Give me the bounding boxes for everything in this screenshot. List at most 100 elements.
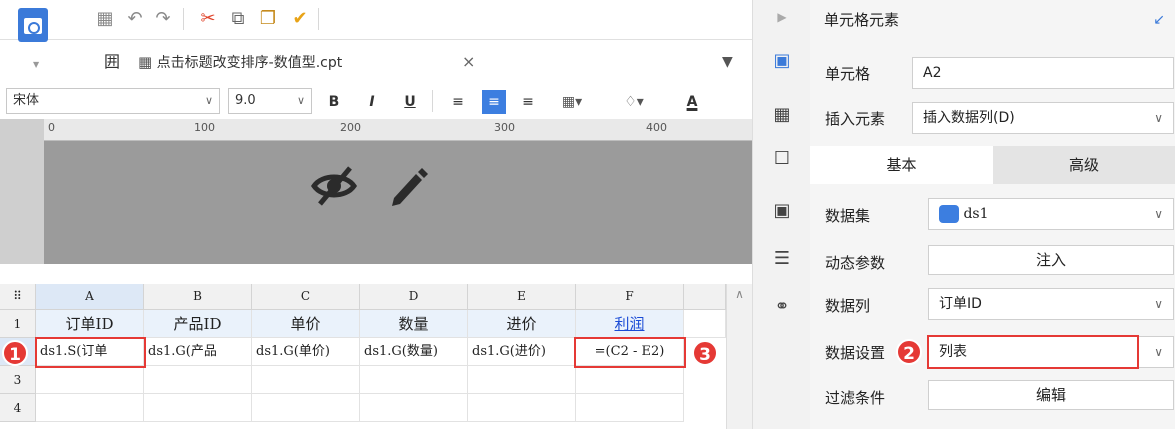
cell-e3[interactable] bbox=[468, 366, 576, 394]
hyperlink-icon[interactable]: ⚭ bbox=[767, 292, 797, 322]
tab-bar: 囲 ▦ 点击标题改变排序-数值型.cpt × ▼ bbox=[90, 40, 752, 84]
panel-pin-icon[interactable]: ↙ bbox=[1153, 0, 1165, 40]
cell-b3[interactable] bbox=[144, 366, 252, 394]
report-file-icon: ▦ bbox=[138, 53, 153, 71]
data-setting-label: 数据设置 bbox=[825, 344, 886, 362]
text-color-icon[interactable]: A bbox=[680, 90, 704, 114]
toolbar-divider bbox=[183, 8, 184, 30]
underline-button[interactable]: U bbox=[398, 90, 422, 114]
copy-icon[interactable]: ⧉ bbox=[225, 6, 251, 32]
cell-empty[interactable] bbox=[684, 310, 726, 338]
data-column-value: 订单ID bbox=[939, 296, 982, 312]
format-painter-icon[interactable]: ✔ bbox=[287, 6, 313, 32]
align-left-icon[interactable]: ≡ bbox=[446, 90, 470, 114]
logo-dropdown-icon[interactable]: ▼ bbox=[33, 60, 39, 69]
cell-b1[interactable]: 产品ID bbox=[144, 310, 252, 338]
cell-b2[interactable]: ds1.G(产品 bbox=[144, 338, 252, 366]
tab-close-icon[interactable]: × bbox=[462, 40, 475, 84]
column-header-a[interactable]: A bbox=[36, 284, 144, 310]
grid-corner[interactable]: ⠿ bbox=[0, 284, 36, 310]
fill-color-icon[interactable]: ♢▾ bbox=[622, 90, 646, 114]
cell-element-icon[interactable]: ▣ bbox=[767, 46, 797, 76]
cell-e2[interactable]: ds1.G(进价) bbox=[468, 338, 576, 366]
spreadsheet-grid[interactable]: ⠿ A B C D E F 1 2 3 4 订单ID 产品ID 单价 数量 进价… bbox=[0, 284, 752, 429]
ruler-mark: 200 bbox=[340, 121, 361, 134]
tab-menu-icon[interactable]: ▼ bbox=[722, 40, 733, 84]
ruler-mark: 400 bbox=[646, 121, 667, 134]
font-family-select[interactable]: 宋体 ∨ bbox=[6, 88, 220, 114]
cell-b4[interactable] bbox=[144, 394, 252, 422]
app-logo-icon[interactable] bbox=[18, 8, 48, 42]
column-header-d[interactable]: D bbox=[360, 284, 468, 310]
row-header-1[interactable]: 1 bbox=[0, 310, 36, 338]
toolbar-divider bbox=[432, 90, 433, 112]
cell-d3[interactable] bbox=[360, 366, 468, 394]
cell-label: 单元格 bbox=[825, 65, 871, 83]
column-header-f[interactable]: F bbox=[576, 284, 684, 310]
panel-title: 单元格元素 bbox=[824, 11, 900, 29]
database-icon bbox=[939, 205, 959, 223]
row-header-3[interactable]: 3 bbox=[0, 366, 36, 394]
cell-a4[interactable] bbox=[36, 394, 144, 422]
pencil-icon[interactable] bbox=[384, 162, 432, 210]
font-size-value: 9.0 bbox=[235, 93, 256, 108]
cell-c3[interactable] bbox=[252, 366, 360, 394]
data-column-select[interactable]: 订单ID ∨ bbox=[928, 288, 1174, 320]
cell-f4[interactable] bbox=[576, 394, 684, 422]
cell-c1[interactable]: 单价 bbox=[252, 310, 360, 338]
align-center-icon[interactable]: ≡ bbox=[482, 90, 506, 114]
scroll-up-icon[interactable]: ∧ bbox=[727, 284, 752, 304]
save-icon[interactable]: ▦ bbox=[92, 6, 118, 32]
insert-element-select[interactable]: 插入数据列(D) ∨ bbox=[912, 102, 1174, 134]
float-element-icon[interactable]: ☐ bbox=[767, 144, 797, 174]
row-header-4[interactable]: 4 bbox=[0, 394, 36, 422]
bold-button[interactable]: B bbox=[322, 90, 346, 114]
tab-basic[interactable]: 基本 bbox=[810, 146, 993, 184]
property-icon-bar: ▶ ▣ ▦ ☐ ▣ ☰ ⚭ bbox=[752, 0, 810, 429]
font-size-select[interactable]: 9.0 ∨ bbox=[228, 88, 312, 114]
cell-f3[interactable] bbox=[576, 366, 684, 394]
cell-d1[interactable]: 数量 bbox=[360, 310, 468, 338]
column-header-c[interactable]: C bbox=[252, 284, 360, 310]
cell-d2[interactable]: ds1.G(数量) bbox=[360, 338, 468, 366]
column-header-empty[interactable] bbox=[684, 284, 726, 310]
edit-filter-button[interactable]: 编辑 bbox=[928, 380, 1174, 410]
inject-button[interactable]: 注入 bbox=[928, 245, 1174, 275]
undo-icon[interactable]: ↶ bbox=[122, 6, 148, 32]
cell-c4[interactable] bbox=[252, 394, 360, 422]
redo-icon[interactable]: ↷ bbox=[150, 6, 176, 32]
cell-attribute-icon[interactable]: ▦ bbox=[767, 100, 797, 130]
cut-icon[interactable]: ✂ bbox=[195, 6, 221, 32]
cell-a1[interactable]: 订单ID bbox=[36, 310, 144, 338]
italic-button[interactable]: I bbox=[360, 90, 384, 114]
cell-a3[interactable] bbox=[36, 366, 144, 394]
dataset-value: ds1 bbox=[963, 206, 989, 222]
ruler-mark: 100 bbox=[194, 121, 215, 134]
data-column-label: 数据列 bbox=[825, 297, 871, 315]
border-icon[interactable]: ▦▾ bbox=[560, 90, 584, 114]
chevron-down-icon: ∨ bbox=[1154, 111, 1163, 125]
cell-name-field[interactable]: A2 bbox=[912, 57, 1174, 89]
cell-d4[interactable] bbox=[360, 394, 468, 422]
condition-attribute-icon[interactable]: ☰ bbox=[767, 244, 797, 274]
dataset-select[interactable]: ds1 ∨ bbox=[928, 198, 1174, 230]
widget-settings-icon[interactable]: ▣ bbox=[767, 196, 797, 226]
align-right-icon[interactable]: ≡ bbox=[516, 90, 540, 114]
eye-hidden-icon[interactable] bbox=[310, 162, 358, 210]
cell-c2[interactable]: ds1.G(单价) bbox=[252, 338, 360, 366]
column-header-b[interactable]: B bbox=[144, 284, 252, 310]
horizontal-ruler: 0 100 200 300 400 bbox=[44, 119, 752, 141]
tab-advanced[interactable]: 高级 bbox=[993, 146, 1175, 184]
collapse-arrow-icon[interactable]: ▶ bbox=[767, 2, 797, 32]
cell-e1[interactable]: 进价 bbox=[468, 310, 576, 338]
ruler-mark: 300 bbox=[494, 121, 515, 134]
column-header-e[interactable]: E bbox=[468, 284, 576, 310]
paste-icon[interactable]: ❐ bbox=[255, 6, 281, 32]
insert-element-value: 插入数据列(D) bbox=[923, 110, 1015, 126]
vertical-scrollbar[interactable]: ∧ bbox=[726, 284, 752, 429]
tab-report[interactable]: ▦ 点击标题改变排序-数值型.cpt bbox=[138, 40, 538, 84]
filter-condition-label: 过滤条件 bbox=[825, 389, 886, 407]
step-marker-3: 3 bbox=[692, 340, 718, 366]
cell-e4[interactable] bbox=[468, 394, 576, 422]
cell-f1[interactable]: 利润 bbox=[576, 310, 684, 338]
